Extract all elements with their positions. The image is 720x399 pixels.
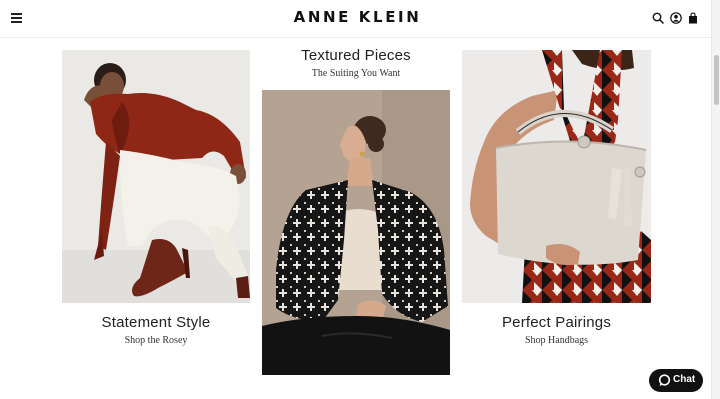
suiting-you-want-link[interactable]: The Suiting You Want (262, 68, 450, 79)
shop-the-rosey-link[interactable]: Shop the Rosey (62, 335, 250, 346)
statement-style-image[interactable] (62, 50, 250, 303)
chat-label: Chat (673, 374, 696, 385)
shop-handbags-link[interactable]: Shop Handbags (462, 335, 651, 346)
site-header: ANNE KLEIN (0, 0, 711, 38)
chat-button[interactable]: Chat (649, 369, 703, 392)
textured-pieces-image[interactable] (262, 90, 450, 375)
shopping-bag-icon[interactable] (687, 12, 699, 24)
search-icon[interactable] (652, 12, 664, 24)
scrollbar-thumb[interactable] (714, 55, 719, 105)
perfect-pairings-image[interactable] (462, 50, 651, 303)
perfect-pairings-title[interactable]: Perfect Pairings (462, 314, 651, 331)
chat-bubble-icon (658, 374, 671, 386)
page-scrollbar[interactable] (711, 0, 720, 399)
brand-logo[interactable]: ANNE KLEIN (0, 8, 715, 26)
statement-style-title[interactable]: Statement Style (62, 314, 250, 331)
textured-pieces-title[interactable]: Textured Pieces (262, 47, 450, 64)
account-icon[interactable] (670, 12, 682, 24)
